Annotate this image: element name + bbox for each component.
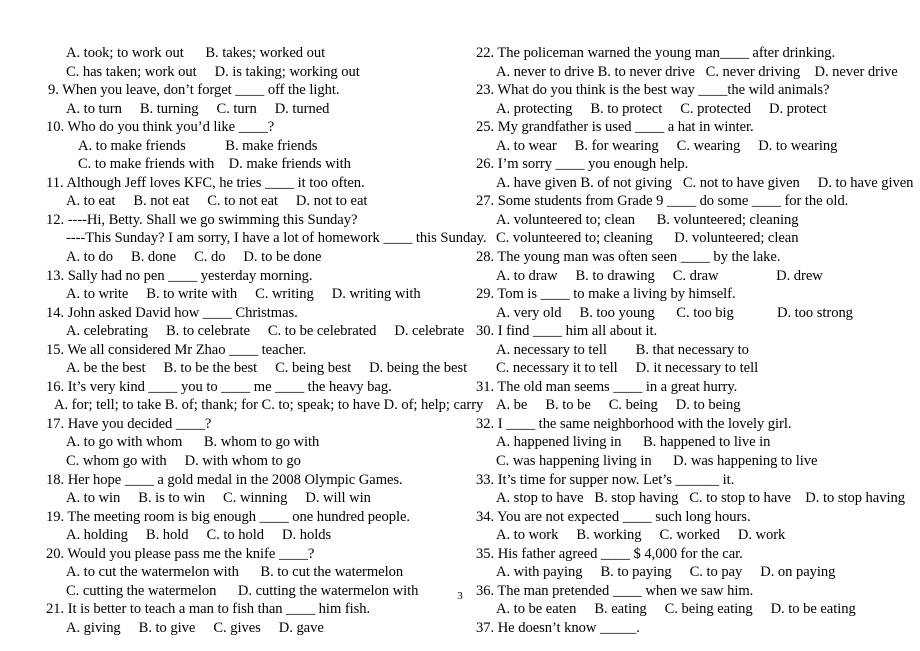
left-line: A. to eat B. not eat C. to not eat D. no… xyxy=(66,193,368,210)
right-line: A. have given B. of not giving C. not to… xyxy=(496,174,914,191)
left-line: 11. Although Jeff loves KFC, he tries __… xyxy=(46,174,365,191)
left-line: 20. Would you please pass me the knife _… xyxy=(46,545,315,562)
left-line: A. to do B. done C. do D. to be done xyxy=(66,249,322,266)
right-line: 23. What do you think is the best way __… xyxy=(476,82,830,99)
right-line: A. protecting B. to protect C. protected… xyxy=(496,100,827,117)
left-line: A. to win B. is to win C. winning D. wil… xyxy=(66,490,371,507)
left-line: 19. The meeting room is big enough ____ … xyxy=(46,508,410,525)
left-line: 15. We all considered Mr Zhao ____ teach… xyxy=(46,341,307,358)
right-line: A. necessary to tell B. that necessary t… xyxy=(496,341,749,358)
right-line: C. volunteered to; cleaning D. volunteer… xyxy=(496,230,799,247)
question-column-right: 22. The policeman warned the young man__… xyxy=(466,44,914,638)
left-line: 10. Who do you think you’d like ____? xyxy=(46,119,275,136)
left-line: ----This Sunday? I am sorry, I have a lo… xyxy=(66,230,487,247)
right-line: C. necessary it to tell D. it necessary … xyxy=(496,360,759,377)
left-line: 21. It is better to teach a man to fish … xyxy=(46,601,371,618)
left-line: 18. Her hope ____ a gold medal in the 20… xyxy=(46,471,403,488)
left-line: A. to turn B. turning C. turn D. turned xyxy=(66,100,330,117)
left-line: A. for; tell; to take B. of; thank; for … xyxy=(54,397,484,414)
right-line: 30. I find ____ him all about it. xyxy=(476,323,658,340)
right-line: A. volunteered to; clean B. volunteered;… xyxy=(496,211,799,228)
right-line: 32. I ____ the same neighborhood with th… xyxy=(476,415,792,432)
left-line: C. to make friends with D. make friends … xyxy=(78,156,351,173)
left-line: C. whom go with D. with whom to go xyxy=(66,453,301,470)
left-line: A. took; to work out B. takes; worked ou… xyxy=(66,45,326,61)
left-line: A. giving B. to give C. gives D. gave xyxy=(66,619,324,636)
right-line: 35. His father agreed ____ $ 4,000 for t… xyxy=(476,545,743,562)
right-line: 29. Tom is ____ to make a living by hims… xyxy=(476,286,736,303)
right-line: 26. I’m sorry ____ you enough help. xyxy=(476,156,689,173)
worksheet-page: A. took; to work out B. takes; worked ou… xyxy=(0,0,920,651)
right-line: A. with paying B. to paying C. to pay D.… xyxy=(496,564,836,581)
right-line: A. to be eaten B. eating C. being eating… xyxy=(496,601,856,618)
left-line: 13. Sally had no pen ____ yesterday morn… xyxy=(46,267,313,284)
right-line: A. very old B. too young C. too big D. t… xyxy=(496,304,853,321)
right-line: 28. The young man was often seen ____ by… xyxy=(476,249,781,266)
left-line: A. be the best B. to be the best C. bein… xyxy=(66,360,468,377)
left-line: A. to write B. to write with C. writing … xyxy=(66,286,421,303)
right-line: C. was happening living in D. was happen… xyxy=(496,453,818,470)
right-line: A. to draw B. to drawing C. draw D. drew xyxy=(496,267,823,284)
left-line: A. to go with whom B. whom to go with xyxy=(66,434,320,451)
right-line: A. be B. to be C. being D. to being xyxy=(496,397,741,414)
right-line: A. to work B. working C. worked D. work xyxy=(496,527,786,544)
page-number: 3 xyxy=(457,590,463,602)
left-line: 9. When you leave, don’t forget ____ off… xyxy=(48,82,340,99)
right-line: A. never to drive B. to never drive C. n… xyxy=(496,63,898,80)
right-line: 37. He doesn’t know _____. xyxy=(476,619,640,636)
right-line: 25. My grandfather is used ____ a hat in… xyxy=(476,119,754,136)
right-line: 33. It’s time for supper now. Let’s ____… xyxy=(476,471,735,488)
question-column-left: A. took; to work out B. takes; worked ou… xyxy=(36,44,487,638)
left-line: A. to make friends B. make friends xyxy=(78,137,318,154)
right-line: 34. You are not expected ____ such long … xyxy=(476,508,751,525)
left-line: A. celebrating B. to celebrate C. to be … xyxy=(66,323,465,340)
right-line: 27. Some students from Grade 9 ____ do s… xyxy=(476,193,849,210)
right-line: A. happened living in B. happened to liv… xyxy=(496,434,771,451)
right-line: 22. The policeman warned the young man__… xyxy=(476,45,836,61)
left-line: 17. Have you decided ____? xyxy=(46,415,212,432)
right-line: A. to wear B. for wearing C. wearing D. … xyxy=(496,137,838,154)
left-line: 14. John asked David how ____ Christmas. xyxy=(46,304,298,321)
left-line: 16. It’s very kind ____ you to ____ me _… xyxy=(46,378,392,395)
left-line: A. holding B. hold C. to hold D. holds xyxy=(66,527,332,544)
left-line: A. to cut the watermelon with B. to cut … xyxy=(66,564,404,581)
left-line: C. has taken; work out D. is taking; wor… xyxy=(66,63,360,80)
right-line: A. stop to have B. stop having C. to sto… xyxy=(496,490,905,507)
two-column-body: A. took; to work out B. takes; worked ou… xyxy=(0,44,920,638)
right-line: 31. The old man seems ____ in a great hu… xyxy=(476,378,738,395)
left-line: 12. ----Hi, Betty. Shall we go swimming … xyxy=(46,211,358,228)
